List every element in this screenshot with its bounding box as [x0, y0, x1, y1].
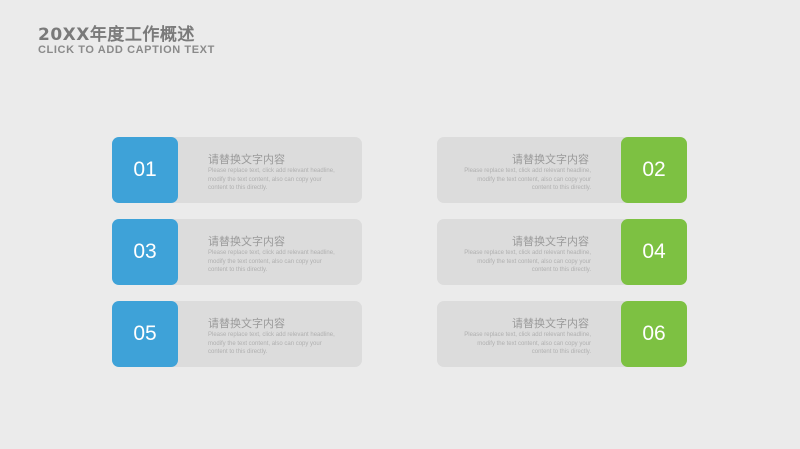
number-badge: 06 — [621, 301, 687, 367]
item-heading: 请替换文字内容 — [208, 317, 285, 330]
content-item-05[interactable]: 05 请替换文字内容 Please replace text, click ad… — [112, 301, 362, 367]
item-body-text: Please replace text, click add relevant … — [208, 332, 335, 355]
page-subtitle: CLICK TO ADD CAPTION TEXT — [38, 44, 215, 56]
page-title: 20XX年度工作概述 — [38, 25, 195, 45]
number-badge: 04 — [621, 219, 687, 285]
item-body-text: Please replace text, click add relevant … — [464, 168, 591, 191]
item-heading: 请替换文字内容 — [512, 317, 589, 330]
content-item-06[interactable]: 06 请替换文字内容 Please replace text, click ad… — [437, 301, 687, 367]
item-heading: 请替换文字内容 — [512, 153, 589, 166]
number-badge: 01 — [112, 137, 178, 203]
number-badge: 02 — [621, 137, 687, 203]
item-body-text: Please replace text, click add relevant … — [208, 250, 335, 273]
content-item-04[interactable]: 04 请替换文字内容 Please replace text, click ad… — [437, 219, 687, 285]
number-badge: 05 — [112, 301, 178, 367]
content-item-03[interactable]: 03 请替换文字内容 Please replace text, click ad… — [112, 219, 362, 285]
item-body-text: Please replace text, click add relevant … — [464, 250, 591, 273]
slide: 20XX年度工作概述 CLICK TO ADD CAPTION TEXT 01 … — [0, 0, 800, 449]
content-item-02[interactable]: 02 请替换文字内容 Please replace text, click ad… — [437, 137, 687, 203]
item-heading: 请替换文字内容 — [512, 235, 589, 248]
content-item-01[interactable]: 01 请替换文字内容 Please replace text, click ad… — [112, 137, 362, 203]
item-body-text: Please replace text, click add relevant … — [464, 332, 591, 355]
number-badge: 03 — [112, 219, 178, 285]
item-body-text: Please replace text, click add relevant … — [208, 168, 335, 191]
item-heading: 请替换文字内容 — [208, 153, 285, 166]
item-heading: 请替换文字内容 — [208, 235, 285, 248]
